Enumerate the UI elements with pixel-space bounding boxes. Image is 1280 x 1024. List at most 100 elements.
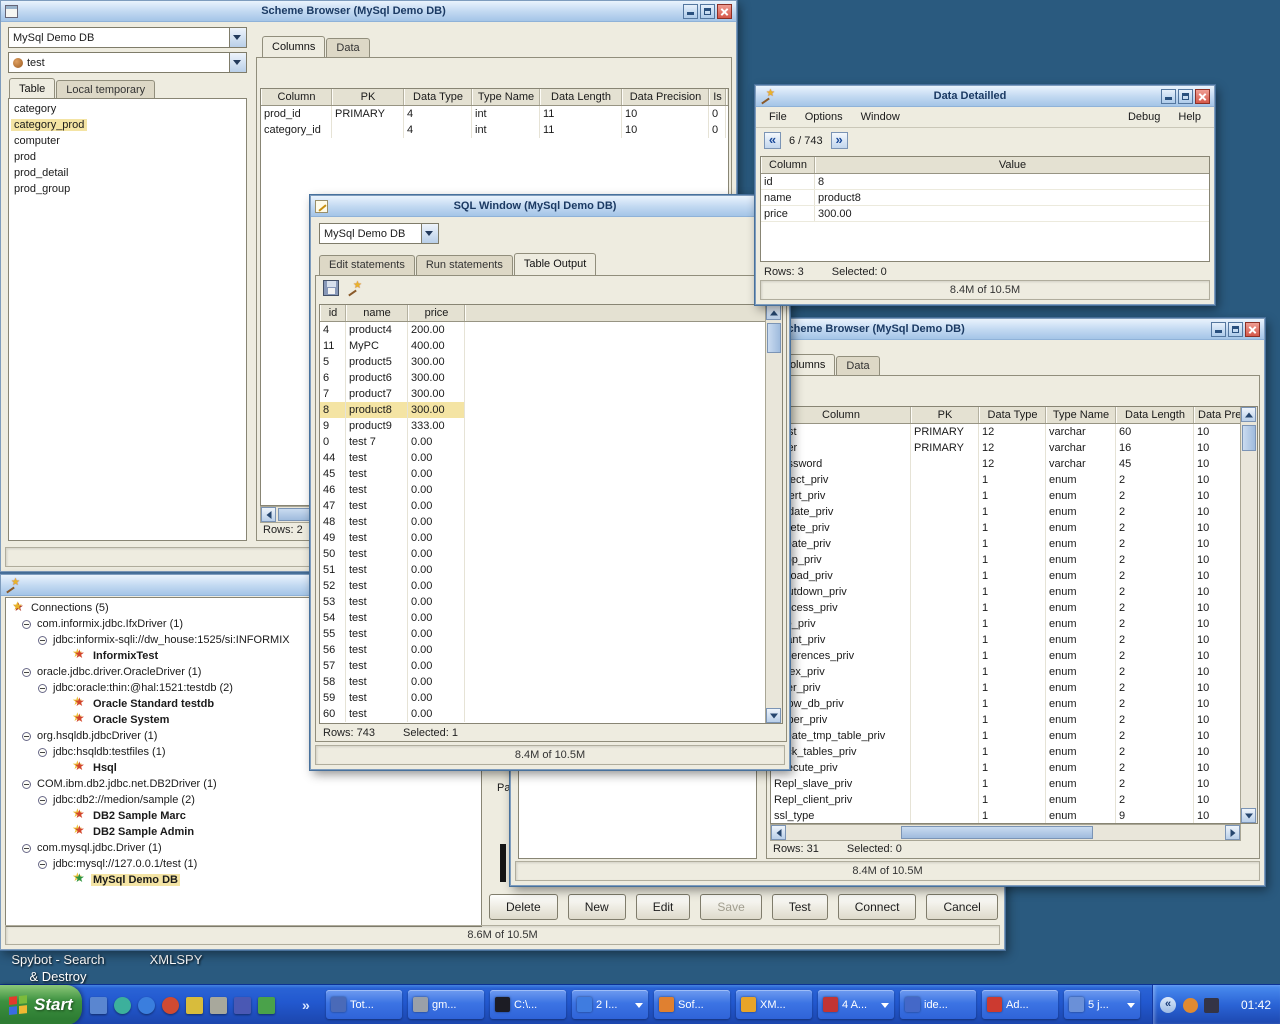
- quick-launch-overflow-chevron[interactable]: »: [302, 997, 310, 1013]
- window-titlebar[interactable]: Scheme Browser (MySql Demo DB): [1, 1, 736, 22]
- list-item[interactable]: prod: [9, 149, 246, 165]
- column-header[interactable]: Column: [771, 407, 911, 423]
- tab[interactable]: Data: [326, 38, 369, 58]
- tree-node[interactable]: DB2 Sample Admin: [6, 824, 481, 840]
- tab[interactable]: Data: [836, 356, 879, 376]
- table-row[interactable]: File_priv 1 enum 2 10: [771, 616, 1257, 632]
- minimize-button[interactable]: [683, 4, 698, 19]
- tab[interactable]: Local temporary: [56, 80, 155, 100]
- table-row[interactable]: 45 test 0.00: [320, 466, 782, 482]
- close-button[interactable]: [1245, 322, 1260, 337]
- quicklaunch-opera-icon[interactable]: [162, 997, 179, 1014]
- next-record-icon[interactable]: »: [831, 132, 848, 149]
- column-header[interactable]: Data Precision: [622, 89, 709, 105]
- quicklaunch-green-app-icon[interactable]: [258, 997, 275, 1014]
- tab[interactable]: Run statements: [416, 255, 513, 275]
- connection-action-button[interactable]: Test: [772, 894, 828, 920]
- table-row[interactable]: 49 test 0.00: [320, 530, 782, 546]
- column-header[interactable]: Data Length: [1116, 407, 1194, 423]
- column-header[interactable]: price: [408, 305, 465, 321]
- table-row[interactable]: Repl_slave_priv 1 enum 2 10: [771, 776, 1257, 792]
- table-row[interactable]: Host PRIMARY 12 varchar 60 10: [771, 424, 1257, 440]
- column-header[interactable]: PK: [332, 89, 404, 105]
- table-row[interactable]: category_id 4 int 11 10 0: [261, 122, 728, 138]
- taskbar-window-button[interactable]: gm...: [408, 990, 484, 1019]
- tray-app-icon[interactable]: [1183, 998, 1198, 1013]
- table-row[interactable]: Shutdown_priv 1 enum 2 10: [771, 584, 1257, 600]
- table-row[interactable]: price 300.00: [761, 206, 1209, 222]
- column-header[interactable]: Column: [761, 157, 815, 173]
- column-header[interactable]: Data Type: [979, 407, 1046, 423]
- scroll-left-button[interactable]: [771, 825, 786, 840]
- quicklaunch-ie-icon[interactable]: [138, 997, 155, 1014]
- tree-node[interactable]: DB2 Sample Marc: [6, 808, 481, 824]
- minimize-button[interactable]: [1211, 322, 1226, 337]
- list-item[interactable]: category_prod: [9, 117, 246, 133]
- table-row[interactable]: Drop_priv 1 enum 2 10: [771, 552, 1257, 568]
- column-header[interactable]: Type Name: [1046, 407, 1116, 423]
- connection-select[interactable]: MySql Demo DB: [319, 223, 439, 244]
- scroll-up-button[interactable]: [1241, 407, 1256, 422]
- tables-list[interactable]: categorycategory_prodcomputerprodprod_de…: [8, 98, 247, 541]
- table-row[interactable]: 48 test 0.00: [320, 514, 782, 530]
- list-item[interactable]: computer: [9, 133, 246, 149]
- table-row[interactable]: prod_id PRIMARY 4 int 11 10 0: [261, 106, 728, 122]
- scrollbar-thumb[interactable]: [901, 826, 1093, 839]
- connection-action-button[interactable]: Connect: [838, 894, 917, 920]
- taskbar-window-button[interactable]: ide...: [900, 990, 976, 1019]
- scroll-down-button[interactable]: [1241, 808, 1256, 823]
- desktop-icon-label-xmlspy[interactable]: XMLSPY: [135, 951, 217, 968]
- vertical-scrollbar[interactable]: [765, 305, 782, 723]
- table-row[interactable]: 59 test 0.00: [320, 690, 782, 706]
- close-button[interactable]: [717, 4, 732, 19]
- connection-action-button[interactable]: Delete: [489, 894, 558, 920]
- connection-action-button[interactable]: New: [568, 894, 626, 920]
- start-button[interactable]: Start: [0, 985, 82, 1024]
- taskbar-window-button[interactable]: 2 I...: [572, 990, 648, 1019]
- table-row[interactable]: Create_priv 1 enum 2 10: [771, 536, 1257, 552]
- chevron-down-icon[interactable]: [421, 224, 438, 243]
- scrollbar-thumb[interactable]: [767, 323, 781, 353]
- menu-item[interactable]: Help: [1169, 109, 1210, 125]
- scroll-up-button[interactable]: [766, 305, 781, 320]
- table-row[interactable]: 46 test 0.00: [320, 482, 782, 498]
- column-header[interactable]: PK: [911, 407, 979, 423]
- table-row[interactable]: id 8: [761, 174, 1209, 190]
- quicklaunch-disk-icon[interactable]: [234, 997, 251, 1014]
- list-item[interactable]: category: [9, 101, 246, 117]
- tree-node[interactable]: jdbc:mysql://127.0.0.1/test (1): [6, 856, 481, 872]
- table-row[interactable]: 8 product8 300.00: [320, 402, 782, 418]
- table-row[interactable]: Show_db_priv 1 enum 2 10: [771, 696, 1257, 712]
- table-row[interactable]: 0 test 7 0.00: [320, 434, 782, 450]
- tab[interactable]: Columns: [262, 36, 325, 58]
- taskbar-window-button[interactable]: 5 j...: [1064, 990, 1140, 1019]
- table-row[interactable]: Execute_priv 1 enum 2 10: [771, 760, 1257, 776]
- window-titlebar[interactable]: Data Detailled: [756, 86, 1214, 107]
- taskbar-window-button[interactable]: 4 A...: [818, 990, 894, 1019]
- table-row[interactable]: 57 test 0.00: [320, 658, 782, 674]
- scroll-right-button[interactable]: [1225, 825, 1240, 840]
- table-row[interactable]: 4 product4 200.00: [320, 322, 782, 338]
- table-row[interactable]: User PRIMARY 12 varchar 16 10: [771, 440, 1257, 456]
- desktop-icon-label-spybot[interactable]: Spybot - Search & Destroy: [0, 951, 116, 985]
- save-icon[interactable]: [323, 280, 339, 296]
- table-row[interactable]: name product8: [761, 190, 1209, 206]
- scroll-down-button[interactable]: [766, 708, 781, 723]
- column-header[interactable]: Is: [709, 89, 726, 105]
- chevron-down-icon[interactable]: [229, 28, 246, 47]
- column-header[interactable]: Column: [261, 89, 332, 105]
- table-row[interactable]: Select_priv 1 enum 2 10: [771, 472, 1257, 488]
- table-row[interactable]: 55 test 0.00: [320, 626, 782, 642]
- table-row[interactable]: Super_priv 1 enum 2 10: [771, 712, 1257, 728]
- tray-dark-app-icon[interactable]: [1204, 998, 1219, 1013]
- taskbar-window-button[interactable]: Sof...: [654, 990, 730, 1019]
- maximize-button[interactable]: [1228, 322, 1243, 337]
- column-header[interactable]: Value: [815, 157, 1209, 173]
- previous-record-icon[interactable]: «: [764, 132, 781, 149]
- table-row[interactable]: 58 test 0.00: [320, 674, 782, 690]
- scroll-left-button[interactable]: [261, 507, 276, 522]
- tab[interactable]: Table: [9, 78, 55, 100]
- tree-node[interactable]: MySql Demo DB: [6, 872, 481, 888]
- column-header[interactable]: Data Precision: [1194, 407, 1242, 423]
- table-row[interactable]: 52 test 0.00: [320, 578, 782, 594]
